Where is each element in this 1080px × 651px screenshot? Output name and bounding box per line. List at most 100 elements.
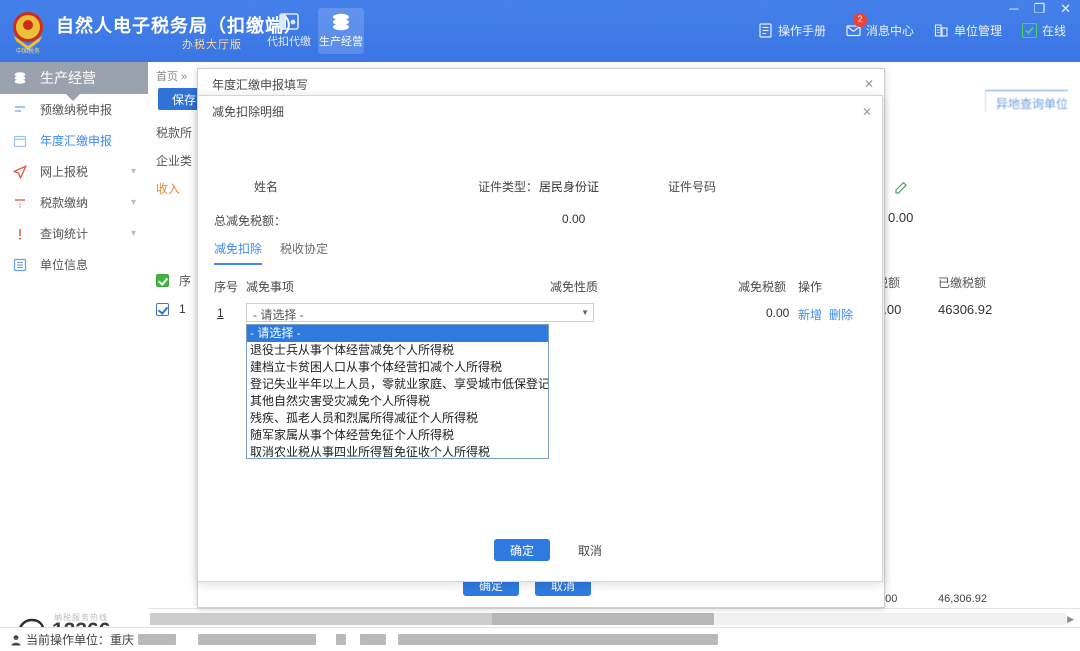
id-type-value: 居民身份证	[539, 180, 600, 194]
row-amount: 0.00	[766, 306, 790, 320]
check-square-icon	[1021, 23, 1037, 38]
redacted-text	[198, 634, 317, 645]
add-row-link[interactable]: 新增	[798, 306, 822, 323]
dropdown-option[interactable]: 残疾、孤老人员和烈属所得减征个人所得税	[247, 410, 548, 427]
sidebar-item-label: 查询统计	[40, 227, 89, 241]
horizontal-scrollbar[interactable]	[150, 613, 1066, 625]
col-header-paid: 已缴税额	[938, 276, 987, 290]
app-header: ─ ❐ ✕ 中国税务 自然人电子税务局（扣缴端） 办税大厅版 代扣代缴 生产经营	[0, 0, 1080, 62]
unit-management-link[interactable]: 单位管理	[934, 22, 1002, 39]
label-enterprise-type: 企业类	[156, 154, 193, 168]
dropdown-options: - 请选择 - 退役士兵从事个体经营减免个人所得税 建档立卡贫困人口从事个体经营…	[247, 325, 548, 458]
footer-paid-total: 46,306.92	[938, 593, 987, 605]
app-subtitle: 办税大厅版	[182, 39, 242, 51]
select-all-checkbox[interactable]	[156, 274, 169, 287]
remote-query-unit-button[interactable]: 异地查询单位	[984, 90, 1068, 112]
dropdown-option[interactable]: 登记失业半年以上人员，零就业家庭、享受城市低保登记失业人	[247, 376, 548, 393]
scrollbar-thumb[interactable]	[492, 613, 714, 625]
close-window-button[interactable]: ✕	[1057, 2, 1074, 16]
label-income: 收入	[156, 182, 181, 196]
inner-cancel-button[interactable]: 取消	[572, 541, 608, 560]
row-checkbox[interactable]	[156, 302, 169, 316]
message-center-link[interactable]: 2 消息中心	[846, 13, 914, 39]
col-header-index: 序	[179, 274, 192, 288]
restore-button[interactable]: ❐	[1030, 2, 1048, 16]
svg-text:中国税务: 中国税务	[16, 47, 40, 54]
redacted-text	[360, 634, 387, 645]
close-icon[interactable]: ✕	[862, 105, 872, 119]
dropdown-option[interactable]: 其他自然灾害受灾减免个人所得税	[247, 393, 548, 410]
inner-dialog-footer: 确定 取消	[198, 521, 882, 581]
sidebar-item-label: 年度汇缴申报	[40, 134, 113, 148]
tab-deduction[interactable]: 减免扣除	[214, 240, 263, 265]
table-header-row: 序	[156, 272, 191, 289]
sidebar-item-label: 预缴纳税申报	[40, 103, 113, 117]
inner-dialog-title: 减免扣除明细	[212, 105, 285, 119]
row-paid-amount: 46306.92	[938, 302, 993, 317]
total-reduction-value: 0.00	[562, 212, 586, 226]
window-controls: ─ ❐ ✕	[1006, 2, 1074, 16]
send-icon	[12, 164, 28, 180]
chevron-down-icon: ▼	[581, 308, 589, 317]
inner-dialog-titlebar: 减免扣除明细 ✕	[198, 96, 882, 127]
sidebar-item-label: 税款缴纳	[40, 196, 89, 210]
delete-row-link[interactable]: 删除	[829, 306, 853, 323]
id-type-label: 证件类型：	[478, 180, 539, 194]
chevron-down-icon: ▾	[130, 197, 136, 208]
sidebar-section-header[interactable]: 生产经营	[0, 62, 148, 101]
wallet-icon	[266, 11, 312, 35]
row-index: 1	[179, 302, 186, 316]
detail-tabs: 减免扣除 税收协定	[214, 240, 328, 265]
sidebar-item-online-tax[interactable]: 网上报税 ▾	[0, 156, 148, 187]
edit-pencil-icon[interactable]	[894, 181, 908, 195]
header-actions: 操作手册 2 消息中心 单位管理 在线	[758, 13, 1066, 39]
module-tab-daikou[interactable]: 代扣代缴	[266, 8, 312, 54]
coins-icon	[318, 11, 364, 35]
chevron-down-icon: ▾	[130, 166, 136, 177]
sidebar-item-annual-declaration[interactable]: 年度汇缴申报	[0, 125, 148, 156]
sidebar: 生产经营 预缴纳税申报 年度汇缴申报 网上报税 ▾ 税款缴纳 ▾ 查询统计 ▾ …	[0, 62, 148, 651]
dropdown-option[interactable]: 建档立卡贫困人口从事个体经营扣减个人所得税	[247, 359, 548, 376]
detail-table-header: 序号 减免事项 减免性质 减免税额 操作	[198, 278, 884, 296]
online-status[interactable]: 在线	[1021, 22, 1066, 39]
message-center-label: 消息中心	[865, 24, 914, 38]
redacted-text	[138, 634, 177, 645]
sidebar-section-title: 生产经营	[40, 70, 96, 86]
chevron-down-icon: ▾	[130, 228, 136, 239]
module-tab-label: 代扣代缴	[267, 36, 311, 48]
th-amount: 减免税额	[738, 280, 787, 294]
sidebar-item-query-statistics[interactable]: 查询统计 ▾	[0, 218, 148, 249]
scroll-right-arrow-icon[interactable]: ▶	[1067, 614, 1074, 625]
dropdown-option[interactable]: 取消农业税从事四业所得暂免征收个人所得税	[247, 444, 548, 458]
th-nature: 减免性质	[550, 280, 599, 294]
table-row[interactable]: 1	[156, 302, 186, 316]
manual-link[interactable]: 操作手册	[758, 22, 826, 39]
building-icon	[934, 23, 949, 38]
minimize-button[interactable]: ─	[1006, 2, 1021, 16]
sidebar-item-tax-payment[interactable]: 税款缴纳 ▾	[0, 187, 148, 218]
page-amount-top: 0.00	[888, 210, 914, 225]
reduction-item-select[interactable]: - 请选择 - ▼	[246, 303, 594, 322]
tab-tax-treaty[interactable]: 税收协定	[280, 240, 328, 265]
application-window: ─ ❐ ✕ 中国税务 自然人电子税务局（扣缴端） 办税大厅版 代扣代缴 生产经营	[0, 0, 1080, 651]
pay-icon	[12, 195, 28, 211]
close-icon[interactable]: ✕	[864, 77, 874, 91]
sidebar-item-unit-info[interactable]: 单位信息	[0, 249, 148, 280]
inner-ok-button[interactable]: 确定	[494, 539, 550, 561]
th-index: 序号	[214, 280, 239, 294]
dropdown-option[interactable]: - 请选择 -	[247, 325, 548, 342]
dropdown-option[interactable]: 退役士兵从事个体经营减免个人所得税	[247, 342, 548, 359]
doc-icon	[12, 102, 28, 118]
sidebar-item-label: 网上报税	[40, 165, 89, 179]
dropdown-option[interactable]: 随军家属从事个体经营免征个人所得税	[247, 427, 548, 444]
reduction-item-dropdown-list[interactable]: - 请选择 - 退役士兵从事个体经营减免个人所得税 建档立卡贫困人口从事个体经营…	[246, 324, 549, 459]
id-number-label: 证件号码	[668, 180, 717, 194]
calendar-icon	[12, 133, 28, 149]
sidebar-item-prepay-declaration[interactable]: 预缴纳税申报	[0, 94, 148, 125]
unit-management-label: 单位管理	[953, 24, 1002, 38]
stats-icon	[12, 226, 28, 242]
message-badge: 2	[852, 13, 867, 27]
scrollbar-track-filled[interactable]	[150, 613, 492, 625]
user-icon	[11, 634, 21, 645]
module-tab-shengchan[interactable]: 生产经营	[318, 8, 364, 54]
